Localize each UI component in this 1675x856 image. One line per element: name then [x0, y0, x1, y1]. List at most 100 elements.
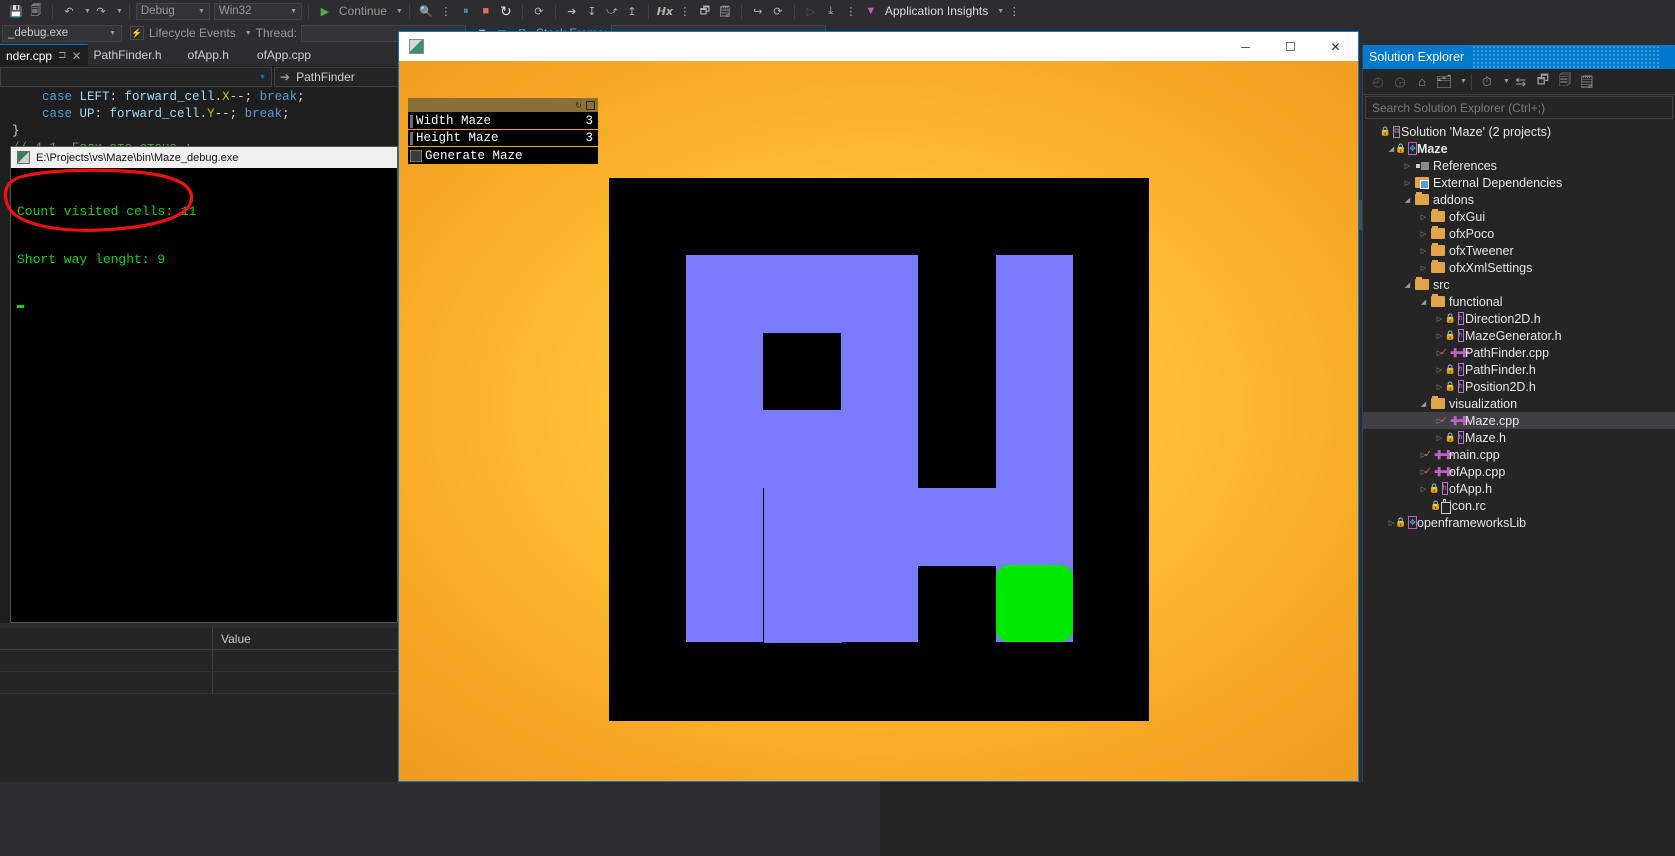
refresh-icon[interactable]: ⟳ [530, 3, 548, 19]
continue-play-icon[interactable]: ▶ [316, 3, 334, 19]
forward-icon[interactable]: ◶ [1389, 72, 1411, 92]
tree-item-visualization[interactable]: ◢ visualization [1363, 395, 1675, 412]
gui-toggle-generate-maze[interactable]: Generate Maze [408, 147, 598, 164]
maximize-button[interactable]: ☐ [1268, 32, 1313, 61]
solution-tree[interactable]: 🔒 ⧉ Solution 'Maze' (2 projects) ◢ 🔒 ✥ Maze ▷ Re… [1363, 119, 1675, 531]
step-back-icon[interactable]: ↪ [749, 3, 767, 19]
undo-icon[interactable]: ↶ [60, 3, 78, 19]
tree-item-ofxtweener[interactable]: ▷ ofxTweener [1363, 242, 1675, 259]
tree-item-mazegenerator-h[interactable]: ▷ 🔒 h MazeGenerator.h [1363, 327, 1675, 344]
expand-twisty-icon[interactable]: ▷ [1417, 230, 1430, 238]
lifecycle-events-label[interactable]: Lifecycle Events [145, 26, 240, 40]
minimize-button[interactable]: ─ [1223, 32, 1268, 61]
close-icon[interactable]: ✕ [71, 49, 81, 63]
insights-dropdown-icon[interactable]: ▼ [997, 8, 1004, 15]
tree-item-pathfinder-h[interactable]: ▷ 🔒 h PathFinder.h [1363, 361, 1675, 378]
expand-twisty-icon[interactable]: ▷ [1417, 213, 1430, 221]
expand-twisty-icon[interactable]: ▷ [1401, 179, 1414, 187]
hex-display-icon[interactable]: 𝙃𝙭 [656, 3, 674, 19]
tree-item-references[interactable]: ▷ References [1363, 157, 1675, 174]
watch-value-cell[interactable] [213, 650, 400, 671]
panel-drag-grip[interactable] [1472, 45, 1661, 69]
step-into-icon[interactable]: ↧ [583, 3, 601, 19]
save-icon[interactable]: 💾 [7, 3, 25, 19]
download-icon[interactable]: ⤓ [822, 3, 840, 19]
restart-icon[interactable]: ↻ [497, 3, 515, 19]
break-all-icon[interactable]: ⏸ [457, 3, 475, 19]
watch-name-cell[interactable] [0, 650, 212, 671]
lifecycle-dropdown-icon[interactable]: ▼ [245, 30, 252, 37]
tree-item-direction2d-h[interactable]: ▷ 🔒 h Direction2D.h [1363, 310, 1675, 327]
refresh-icon[interactable]: ↻ [574, 101, 583, 110]
chevron-down-icon[interactable]: ▼ [1460, 78, 1467, 85]
refresh-icon[interactable]: ⇆ [1510, 72, 1532, 92]
step-out-icon[interactable]: ↥ [623, 3, 641, 19]
reload-icon[interactable]: ⟳ [769, 3, 787, 19]
continue-button-label[interactable]: Continue [335, 4, 391, 18]
tree-item-maze-cpp[interactable]: ▷ ✓ ✚✚ Maze.cpp [1363, 412, 1675, 429]
collapse-twisty-icon[interactable]: ◢ [1401, 196, 1414, 204]
gui-panel-header[interactable]: ↻ [408, 98, 598, 113]
table-row[interactable] [0, 650, 400, 672]
tree-item-ofapp-cpp[interactable]: ▷ ✓ ✚✚ ofApp.cpp [1363, 463, 1675, 480]
process-combo[interactable]: _debug.exe ▼ [2, 24, 122, 42]
watch-column-value[interactable]: Value [213, 628, 400, 650]
tree-item-main-cpp[interactable]: ▷ ✓ ✚✚ main.cpp [1363, 446, 1675, 463]
tab-pathfinder-h[interactable]: PathFinder.h [88, 44, 168, 66]
tree-item-addons[interactable]: ◢ addons [1363, 191, 1675, 208]
tree-item-functional[interactable]: ◢ functional [1363, 293, 1675, 310]
collapse-twisty-icon[interactable]: ◢ [1417, 400, 1430, 408]
collapse-twisty-icon[interactable]: ◢ [1401, 281, 1414, 289]
gui-slider-height-maze[interactable]: Height Maze 3 [408, 130, 598, 147]
application-insights-label[interactable]: Application Insights [881, 4, 992, 18]
undo-dropdown-icon[interactable]: ▼ [84, 8, 91, 15]
redo-icon[interactable]: ↷ [92, 3, 110, 19]
tab-pathfinder-cpp[interactable]: nder.cpp ⊐ ✕ [0, 44, 88, 66]
watch-value-cell[interactable] [213, 672, 400, 693]
member-combo[interactable]: ➔ PathFinder [274, 67, 400, 87]
overflow-icon[interactable]: ⋮ [842, 3, 860, 19]
tree-item-position2d-h[interactable]: ▷ 🔒 h Position2D.h [1363, 378, 1675, 395]
close-button[interactable]: ✕ [1313, 32, 1358, 61]
attach-process-icon[interactable]: 🔍 [417, 3, 435, 19]
tab-ofapp-cpp[interactable]: ofApp.cpp [235, 44, 317, 66]
tree-item-ofxgui[interactable]: ▷ ofxGui [1363, 208, 1675, 225]
console-window[interactable]: E:\Projects\vs\Maze\bin\Maze_debug.exe C… [10, 146, 398, 623]
type-combo[interactable]: ▼ [0, 67, 272, 87]
sync-with-active-document-icon[interactable]: 🗂 [1433, 72, 1455, 92]
memory-window-icon[interactable]: ⋮ [676, 3, 694, 19]
insights-funnel-icon[interactable]: ▼ [862, 3, 880, 19]
show-all-files-icon[interactable]: 🗐 [1554, 72, 1576, 92]
tree-item-maze[interactable]: ◢ 🔒 ✥ Maze [1363, 140, 1675, 157]
back-icon[interactable]: ◴ [1367, 72, 1389, 92]
continue-dropdown-icon[interactable]: ▼ [396, 8, 403, 15]
pin-icon[interactable]: ⊐ [58, 50, 66, 61]
run-icon[interactable]: ▷ [802, 3, 820, 19]
solution-explorer-titlebar[interactable]: Solution Explorer [1363, 45, 1675, 69]
tree-item-src[interactable]: ◢ src [1363, 276, 1675, 293]
expand-twisty-icon[interactable]: ▷ [1401, 162, 1414, 170]
gui-panel[interactable]: ↻ Width Maze 3 Height Maze 3 Generate Ma… [408, 98, 598, 164]
properties-icon[interactable]: 🗒 [1576, 72, 1598, 92]
checkbox-icon[interactable] [410, 149, 422, 162]
tree-item-ofxxmlsettings[interactable]: ▷ ofxXmlSettings [1363, 259, 1675, 276]
tree-item-icon-rc[interactable]: 🔒 icon.rc [1363, 497, 1675, 514]
tree-item-external-dependencies[interactable]: ▷ External Dependencies [1363, 174, 1675, 191]
pending-changes-icon[interactable]: ⏱ [1476, 72, 1498, 92]
tree-item-openframeworkslib[interactable]: ▷ 🔒 ✥ openframeworksLib [1363, 514, 1675, 531]
collapse-all-icon[interactable]: 🗗 [1532, 72, 1554, 92]
tree-item-ofxpoco[interactable]: ▷ ofxPoco [1363, 225, 1675, 242]
expand-twisty-icon[interactable]: ▷ [1417, 247, 1430, 255]
modules-window-icon[interactable]: 🗒 [716, 3, 734, 19]
toolbar-overflow-icon[interactable]: ⋮ [437, 3, 455, 19]
collapse-twisty-icon[interactable]: ◢ [1417, 298, 1430, 306]
app-titlebar[interactable]: ─ ☐ ✕ [399, 32, 1358, 61]
tab-ofapp-h[interactable]: ofApp.h [168, 44, 235, 66]
platform-combo[interactable]: Win32 ▼ [213, 2, 302, 20]
save-all-icon[interactable]: 🗐 [27, 3, 45, 19]
lifecycle-events-icon[interactable]: ⚡ [130, 26, 144, 40]
maze-app-window[interactable]: ─ ☐ ✕ ↻ Width Maze 3 Height Maze 3 Gener… [398, 31, 1359, 782]
threads-window-icon[interactable]: 🗗 [696, 3, 714, 19]
redo-dropdown-icon[interactable]: ▼ [116, 8, 123, 15]
expand-twisty-icon[interactable]: ▷ [1417, 264, 1430, 272]
